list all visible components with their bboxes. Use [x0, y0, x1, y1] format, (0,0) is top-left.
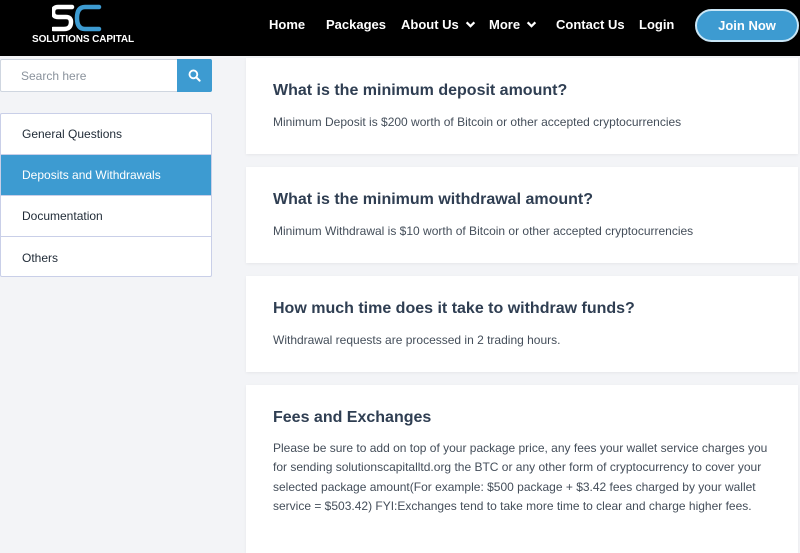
faq-category-menu: General Questions Deposits and Withdrawa… — [0, 113, 212, 277]
main-nav: Home Packages About Us More Contact Us L… — [0, 0, 800, 50]
faq-answer: Minimum Withdrawal is $10 worth of Bitco… — [273, 224, 694, 238]
faq-card: What is the minimum deposit amount? Mini… — [246, 58, 798, 154]
nav-login-label: Login — [639, 17, 675, 32]
nav-more-label: More — [489, 17, 521, 32]
faq-answer: Withdrawal requests are processed in 2 t… — [273, 333, 561, 347]
search-icon — [188, 69, 201, 82]
join-now-button[interactable]: Join Now — [695, 9, 799, 42]
chevron-down-icon — [526, 21, 537, 28]
category-general-questions[interactable]: General Questions — [1, 114, 211, 155]
nav-about-us-label: About Us — [401, 17, 459, 32]
faq-card: Fees and Exchanges Please be sure to add… — [246, 385, 798, 553]
search-box — [0, 59, 212, 92]
site-header: SOLUTIONS CAPITAL Home Packages About Us… — [0, 0, 800, 56]
nav-contact-us-label: Contact Us — [556, 17, 625, 32]
faq-question: Fees and Exchanges — [273, 409, 432, 426]
search-input[interactable] — [1, 60, 178, 91]
nav-home-label: Home — [269, 17, 306, 32]
faq-answer: Minimum Deposit is $200 worth of Bitcoin… — [273, 115, 682, 129]
search-button[interactable] — [177, 59, 212, 92]
faq-question: How much time does it take to withdraw f… — [273, 300, 635, 317]
faq-card: How much time does it take to withdraw f… — [246, 276, 798, 372]
chevron-down-icon — [465, 21, 475, 28]
category-others[interactable]: Others — [1, 237, 211, 278]
nav-packages[interactable]: Packages — [326, 17, 386, 32]
faq-question: What is the minimum deposit amount? — [273, 82, 568, 99]
nav-login[interactable]: Login — [639, 17, 674, 32]
category-deposits-and-withdrawals[interactable]: Deposits and Withdrawals — [1, 155, 211, 196]
faq-question: What is the minimum withdrawal amount? — [273, 191, 594, 208]
nav-contact-us[interactable]: Contact Us — [556, 17, 625, 32]
nav-packages-label: Packages — [326, 17, 386, 32]
nav-more[interactable]: More — [489, 17, 537, 32]
faq-answer: Please be sure to add on top of your pac… — [273, 441, 768, 513]
nav-home[interactable]: Home — [269, 17, 305, 32]
nav-about-us[interactable]: About Us — [401, 17, 476, 32]
faq-card: What is the minimum withdrawal amount? M… — [246, 167, 798, 263]
category-documentation[interactable]: Documentation — [1, 196, 211, 237]
